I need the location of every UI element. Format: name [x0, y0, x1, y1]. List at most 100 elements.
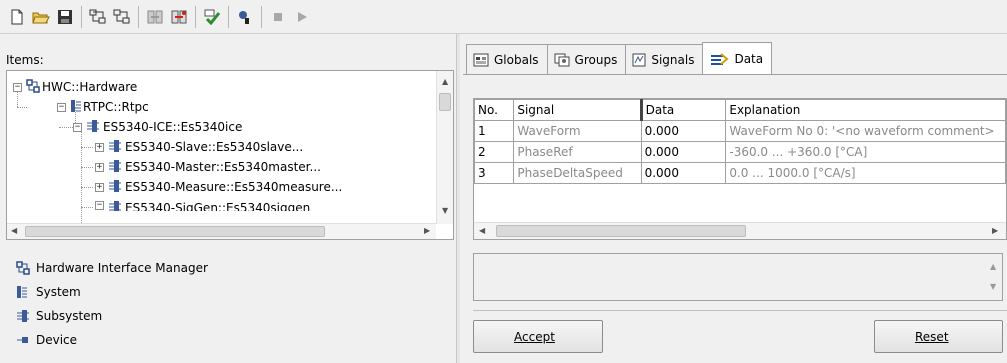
tree-item-hardware[interactable]: − HWC::Hardware	[13, 77, 137, 97]
column-header-explanation[interactable]: Explanation	[725, 99, 1006, 121]
subsystem-icon	[16, 309, 36, 323]
globals-icon	[473, 53, 489, 67]
table-row[interactable]: 2 PhaseRef 0.000 -360.0 ... +360.0 [°CA]	[474, 141, 1006, 163]
legend-label: Device	[36, 333, 78, 347]
cell-data[interactable]: 0.000	[640, 162, 727, 184]
cell-data[interactable]: 0.000	[640, 120, 727, 142]
cell-data[interactable]: 0.000	[640, 141, 727, 163]
column-header-data[interactable]: Data	[639, 99, 727, 121]
data-grid[interactable]: No. Signal Data Explanation 1 WaveForm 0…	[473, 98, 1007, 240]
subsystem-icon	[108, 139, 122, 156]
toolbar-separator	[228, 5, 229, 28]
column-header-no[interactable]: No.	[474, 99, 515, 121]
tab-groups[interactable]: Groups	[546, 44, 627, 74]
items-tree[interactable]: − HWC::Hardware − RTPC::Rtpc − ES5340-IC…	[6, 70, 454, 240]
tab-label: Data	[734, 51, 764, 66]
groups-icon	[554, 53, 570, 67]
tab-bar: Globals Groups Signals Data	[466, 42, 773, 74]
legend-device: Device	[16, 333, 77, 347]
column-header-signal[interactable]: Signal	[513, 99, 642, 121]
collapse-toggle[interactable]: −	[13, 82, 22, 92]
tree-item-es5340-slave[interactable]: + ES5340-Slave::Es5340slave...	[95, 137, 303, 157]
hardware-icon	[26, 78, 40, 96]
toolbar-separator	[261, 5, 262, 28]
tree-item-label: RTPC::Rtpc	[83, 100, 149, 114]
accept-button-label: Accept	[514, 329, 555, 344]
cell-no: 2	[474, 141, 515, 163]
collapse-toggle[interactable]: −	[73, 122, 82, 132]
cell-explanation: WaveForm No 0: '<no waveform comment>	[725, 120, 1006, 142]
tab-label: Globals	[494, 52, 539, 67]
table-row[interactable]: 1 WaveForm 0.000 WaveForm No 0: '<no wav…	[474, 120, 1006, 142]
open-icon[interactable]	[30, 6, 52, 28]
scroll-thumb[interactable]	[439, 93, 451, 111]
stop-icon[interactable]	[267, 6, 289, 28]
scroll-right-icon[interactable]: ▶	[992, 226, 998, 235]
scroll-thumb[interactable]	[25, 226, 325, 237]
run-icon[interactable]	[291, 6, 313, 28]
scroll-up-icon[interactable]: ▲	[442, 77, 448, 86]
legend-label: System	[36, 285, 81, 299]
tree-item-label: ES5340-Master::Es5340master...	[125, 160, 321, 174]
scroll-right-icon[interactable]: ▶	[424, 226, 430, 235]
collapse-toggle[interactable]: −	[57, 102, 66, 112]
expand-toggle[interactable]: +	[95, 162, 104, 172]
scroll-up-icon[interactable]: ▲	[990, 262, 996, 271]
tree-item-es5340-master[interactable]: + ES5340-Master::Es5340master...	[95, 157, 321, 177]
export-icon[interactable]	[168, 6, 190, 28]
tree-item-es5340-measure[interactable]: + ES5340-Measure::Es5340measure...	[95, 177, 342, 197]
import-icon[interactable]	[144, 6, 166, 28]
scroll-left-icon[interactable]: ◀	[479, 226, 485, 235]
grid-horizontal-scrollbar[interactable]: ◀ ▶	[474, 222, 1006, 239]
tab-globals[interactable]: Globals	[466, 44, 548, 74]
divider	[473, 310, 1007, 311]
cell-signal: PhaseRef	[513, 141, 642, 163]
tab-signals[interactable]: Signals	[625, 44, 704, 74]
expand-toggle[interactable]: +	[95, 142, 104, 152]
pane-splitter[interactable]	[456, 34, 460, 363]
search-icon[interactable]	[234, 6, 256, 28]
tree-item-label: HWC::Hardware	[42, 80, 138, 94]
tree-item-es5340-siggen[interactable]: − ES5340-SigGen::Es5340siggen	[95, 197, 310, 211]
reset-button[interactable]: Reset	[874, 320, 1003, 353]
tree-collapse-icon[interactable]	[111, 6, 133, 28]
table-row[interactable]: 3 PhaseDeltaSpeed 0.000 0.0 ... 1000.0 […	[474, 162, 1006, 184]
tree-item-es5340-ice[interactable]: − ES5340-ICE::Es5340ice	[73, 117, 242, 137]
cell-signal: WaveForm	[513, 120, 642, 142]
expand-toggle[interactable]: +	[95, 182, 104, 192]
save-icon[interactable]	[54, 6, 76, 28]
system-icon	[70, 99, 82, 116]
collapse-toggle[interactable]: −	[95, 201, 104, 210]
scroll-down-icon[interactable]: ▼	[990, 282, 996, 291]
scroll-left-icon[interactable]: ◀	[11, 226, 17, 235]
subsystem-icon	[86, 119, 100, 136]
tree-expand-icon[interactable]	[87, 6, 109, 28]
tree-vertical-scrollbar[interactable]: ▲ ▼	[436, 71, 453, 224]
scroll-down-icon[interactable]: ▼	[442, 206, 448, 215]
tree-item-label: ES5340-ICE::Es5340ice	[103, 120, 243, 134]
tree-item-label: ES5340-SigGen::Es5340siggen	[125, 201, 311, 211]
subsystem-icon	[108, 159, 122, 176]
cell-signal: PhaseDeltaSpeed	[513, 162, 642, 184]
cell-explanation: -360.0 ... +360.0 [°CA]	[725, 141, 1006, 163]
hardware-icon	[16, 261, 36, 275]
tree-item-label: ES5340-Measure::Es5340measure...	[125, 180, 343, 194]
subsystem-icon	[108, 200, 122, 211]
data-icon	[709, 52, 730, 66]
scroll-thumb[interactable]	[496, 225, 746, 237]
accept-button[interactable]: Accept	[473, 320, 603, 353]
cell-explanation: 0.0 ... 1000.0 [°CA/s]	[725, 162, 1006, 184]
tree-horizontal-scrollbar[interactable]: ◀ ▶	[7, 223, 436, 239]
tab-label: Signals	[651, 52, 695, 67]
toolbar	[0, 0, 1007, 34]
check-icon[interactable]	[201, 6, 223, 28]
toolbar-separator	[195, 5, 196, 28]
tree-item-label: ES5340-Slave::Es5340slave...	[125, 140, 304, 154]
new-icon[interactable]	[6, 6, 28, 28]
device-icon	[16, 333, 36, 347]
description-box[interactable]: ▲ ▼	[473, 253, 1003, 301]
tab-data[interactable]: Data	[702, 42, 773, 74]
tree-item-rtpc[interactable]: − RTPC::Rtpc	[57, 97, 149, 117]
toolbar-separator	[138, 5, 139, 28]
description-scrollbar[interactable]: ▲ ▼	[985, 254, 1002, 300]
